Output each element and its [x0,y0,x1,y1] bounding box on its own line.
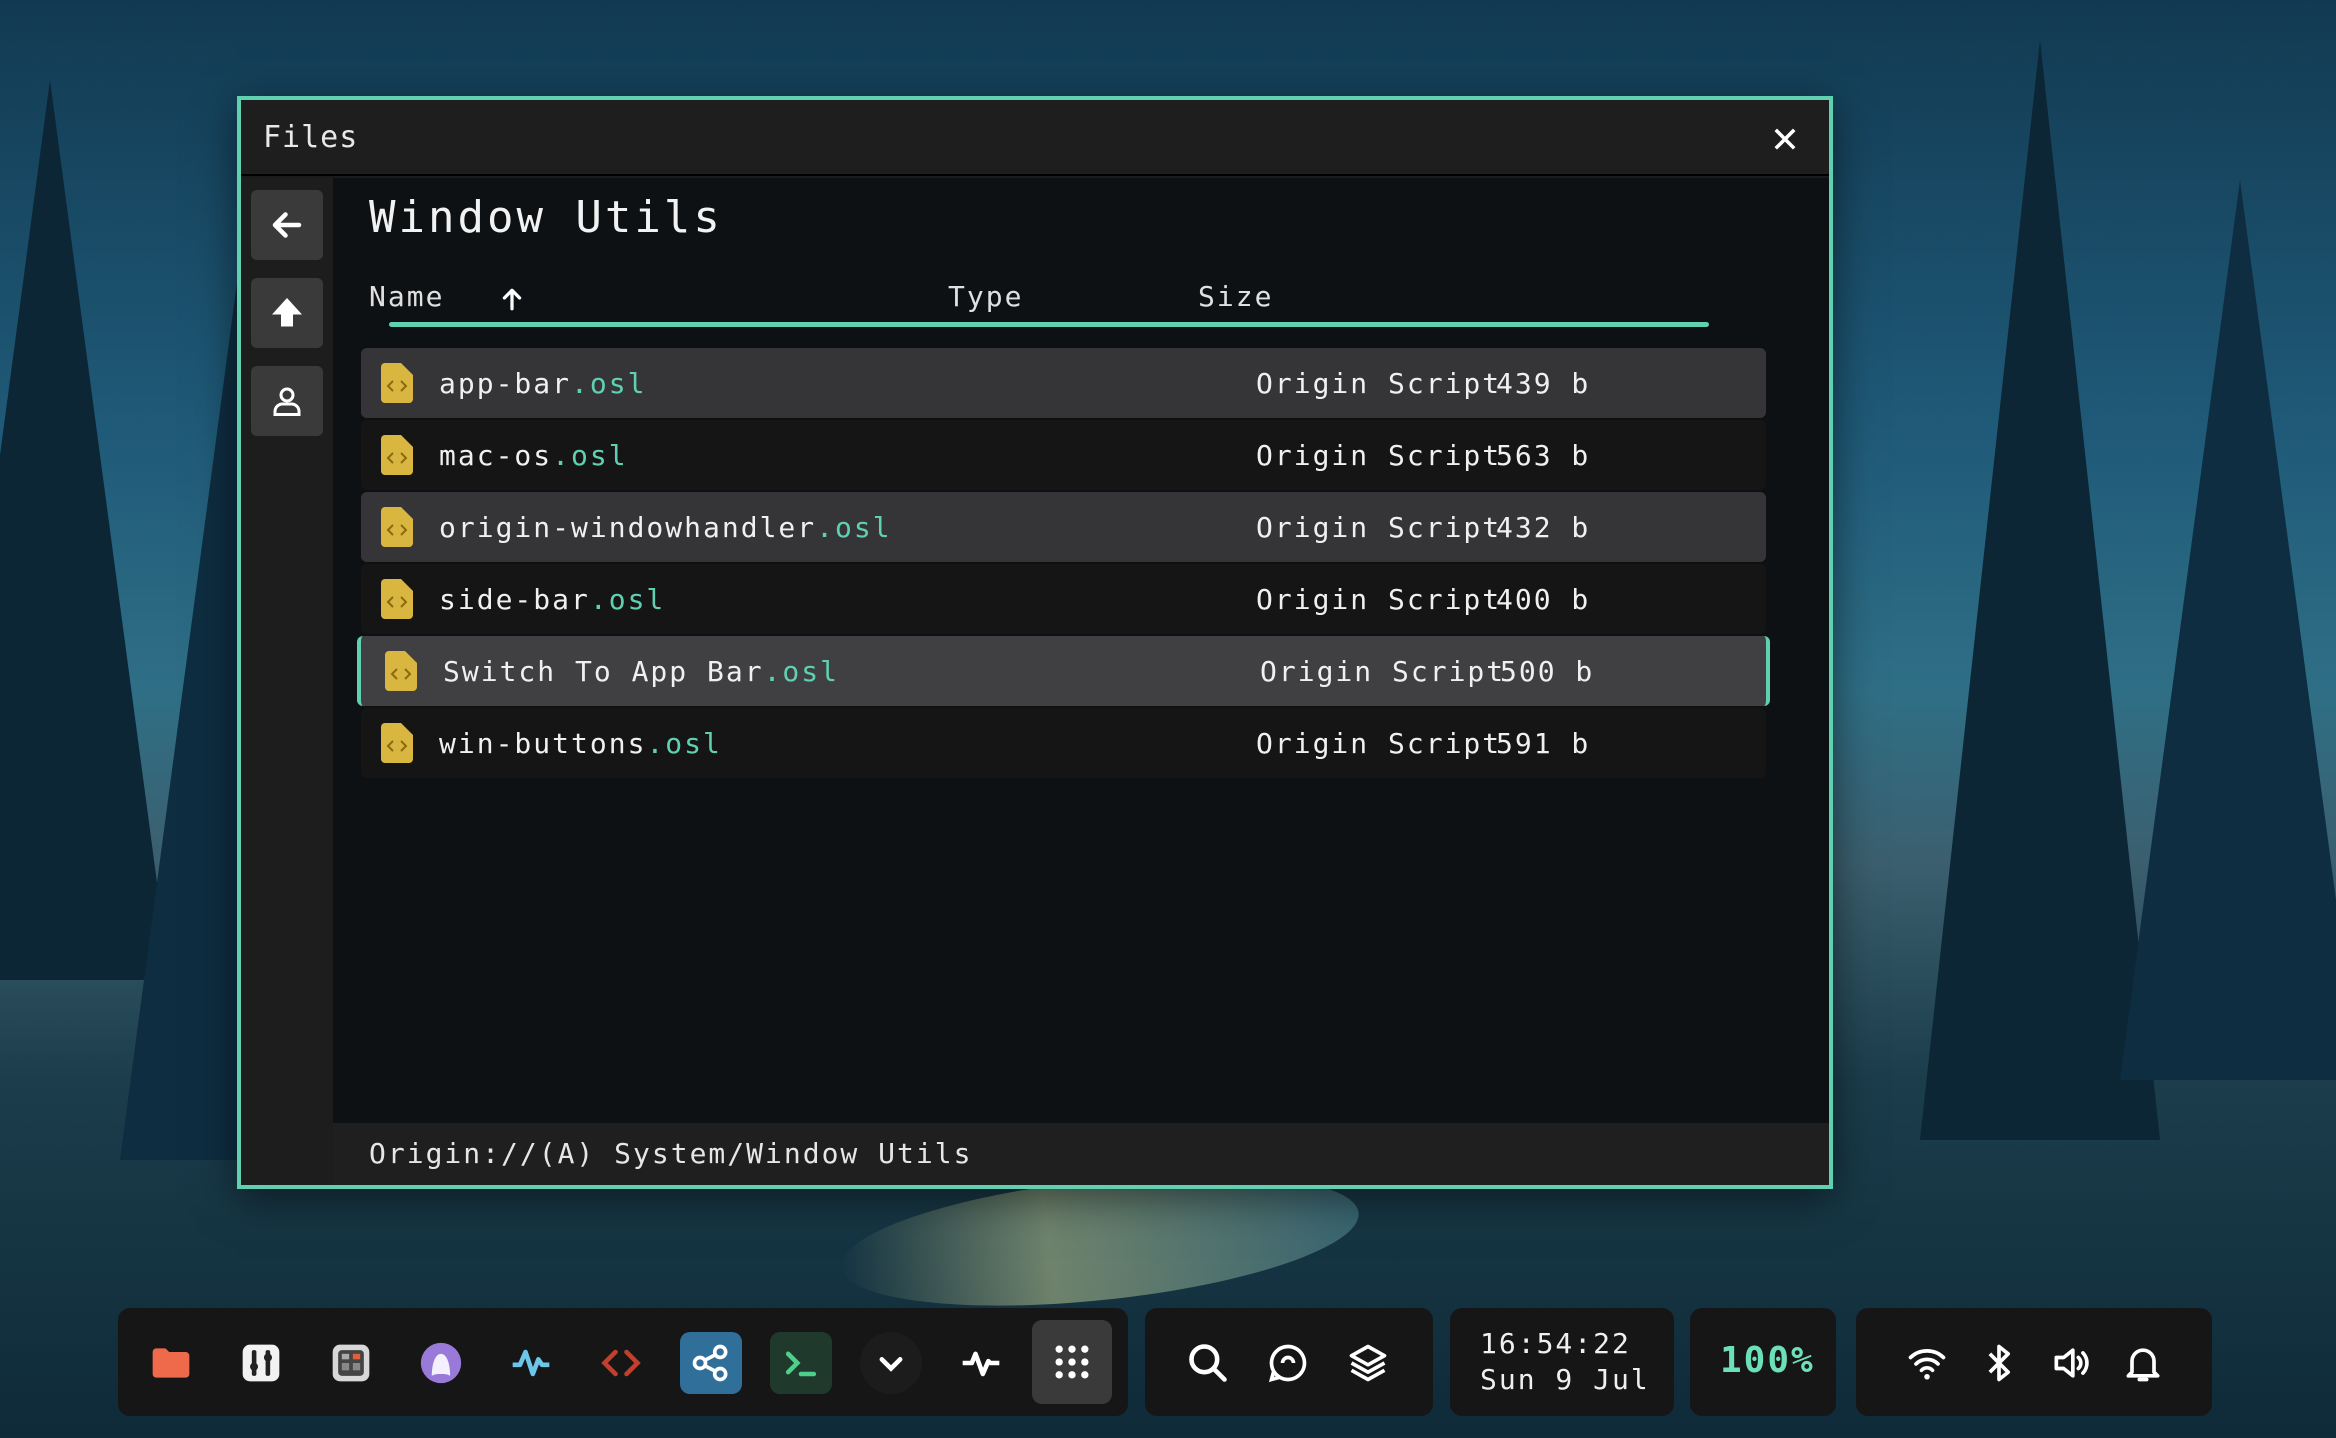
file-name: win-buttons.osl [439,726,722,760]
dock-chevron[interactable] [860,1332,922,1394]
close-button[interactable]: ✕ [1763,116,1807,160]
quick-tools [1145,1308,1433,1416]
file-size: 432 b [1496,510,1591,544]
file-size: 591 b [1496,726,1591,760]
back-button[interactable] [251,190,323,260]
file-name: origin-windowhandler.osl [439,510,892,544]
layers-icon [1349,1344,1387,1382]
tools-icon [242,1344,280,1382]
file-type: Origin Script [1256,366,1502,400]
header-underline [389,322,1709,327]
window-title: Files [263,119,359,155]
up-arrow-icon [272,298,302,327]
system-tray [1856,1308,2212,1416]
sort-ascending-icon[interactable] [499,286,525,312]
script-file-icon [381,435,413,475]
table-row[interactable]: win-buttons.osl Origin Script 591 b [361,708,1766,778]
file-name: side-bar.osl [439,582,666,616]
file-name: Switch To App Bar.osl [443,654,840,688]
table-row[interactable]: mac-os.osl Origin Script 563 b [361,420,1766,490]
clock-time: 16:54:22 [1480,1327,1631,1360]
file-type: Origin Script [1256,438,1502,472]
chat-icon [1268,1344,1307,1383]
chevron-down-icon [879,1357,903,1372]
dock-activity[interactable] [500,1332,562,1394]
volume-button[interactable] [2040,1332,2102,1394]
back-arrow-icon [272,212,302,238]
user-icon [273,387,301,416]
dock-ghost[interactable] [410,1332,472,1394]
table-row[interactable]: app-bar.osl Origin Script 439 b [361,348,1766,418]
sidebar [241,178,333,1185]
calculator-icon [332,1344,370,1382]
dock-files[interactable] [140,1332,202,1394]
dock-tools[interactable] [230,1332,292,1394]
pulse-icon [962,1351,1000,1377]
status-path: Origin://(A) System/Window Utils [333,1123,1829,1185]
app-dock [118,1308,1128,1416]
chat-button[interactable] [1257,1332,1319,1394]
title-bar[interactable]: Files ✕ [241,100,1829,176]
file-type: Origin Script [1256,726,1502,760]
file-type: Origin Script [1256,510,1502,544]
column-header-type[interactable]: Type [948,280,1023,313]
user-button[interactable] [251,366,323,436]
activity-icon [512,1349,550,1377]
column-header-size[interactable]: Size [1198,280,1273,313]
file-size: 563 b [1496,438,1591,472]
clock-widget[interactable]: 16:54:22 Sun 9 Jul [1450,1308,1674,1416]
volume-icon [2054,1348,2089,1378]
page-title: Window Utils [369,192,723,243]
file-name: app-bar.osl [439,366,647,400]
column-header-name[interactable]: Name [369,280,444,313]
terminal-icon [785,1351,817,1377]
bluetooth-button[interactable] [1968,1332,2030,1394]
bluetooth-icon [1988,1344,2010,1382]
file-size: 439 b [1496,366,1591,400]
layers-button[interactable] [1337,1332,1399,1394]
file-name: mac-os.osl [439,438,628,472]
code-icon [601,1349,641,1377]
file-size: 500 b [1500,654,1595,688]
background-tree [2120,180,2336,1080]
search-button[interactable] [1177,1332,1239,1394]
share-icon [692,1344,728,1382]
script-file-icon [385,651,417,691]
search-icon [1189,1344,1227,1382]
script-file-icon [381,507,413,547]
wifi-icon [1908,1349,1946,1380]
dock-calculator[interactable] [320,1332,382,1394]
dock-pulse[interactable] [950,1332,1012,1394]
file-type: Origin Script [1260,654,1506,688]
script-file-icon [381,363,413,403]
battery-percentage: 100% [1720,1340,1815,1381]
table-row-selected[interactable]: Switch To App Bar.osl Origin Script 500 … [357,636,1770,706]
script-file-icon [381,579,413,619]
battery-widget[interactable]: 100% [1690,1308,1836,1416]
script-file-icon [381,723,413,763]
dock-app-grid[interactable] [1032,1320,1112,1404]
dock-terminal[interactable] [770,1332,832,1394]
clock-date: Sun 9 Jul [1480,1363,1650,1396]
app-grid-icon [1055,1345,1089,1379]
bell-icon [2126,1348,2160,1382]
up-button[interactable] [251,278,323,348]
file-size: 400 b [1496,582,1591,616]
files-window: Files ✕ Window Utils Name Type Size app-… [237,96,1833,1189]
folder-icon [152,1348,190,1378]
file-type: Origin Script [1256,582,1502,616]
table-row[interactable]: side-bar.osl Origin Script 400 b [361,564,1766,634]
ghost-icon [420,1342,462,1384]
table-row[interactable]: origin-windowhandler.osl Origin Script 4… [361,492,1766,562]
notifications-button[interactable] [2112,1332,2174,1394]
dock-code[interactable] [590,1332,652,1394]
dock-share[interactable] [680,1332,742,1394]
wifi-button[interactable] [1896,1332,1958,1394]
file-list-pane: Window Utils Name Type Size app-bar.osl … [333,178,1829,1185]
